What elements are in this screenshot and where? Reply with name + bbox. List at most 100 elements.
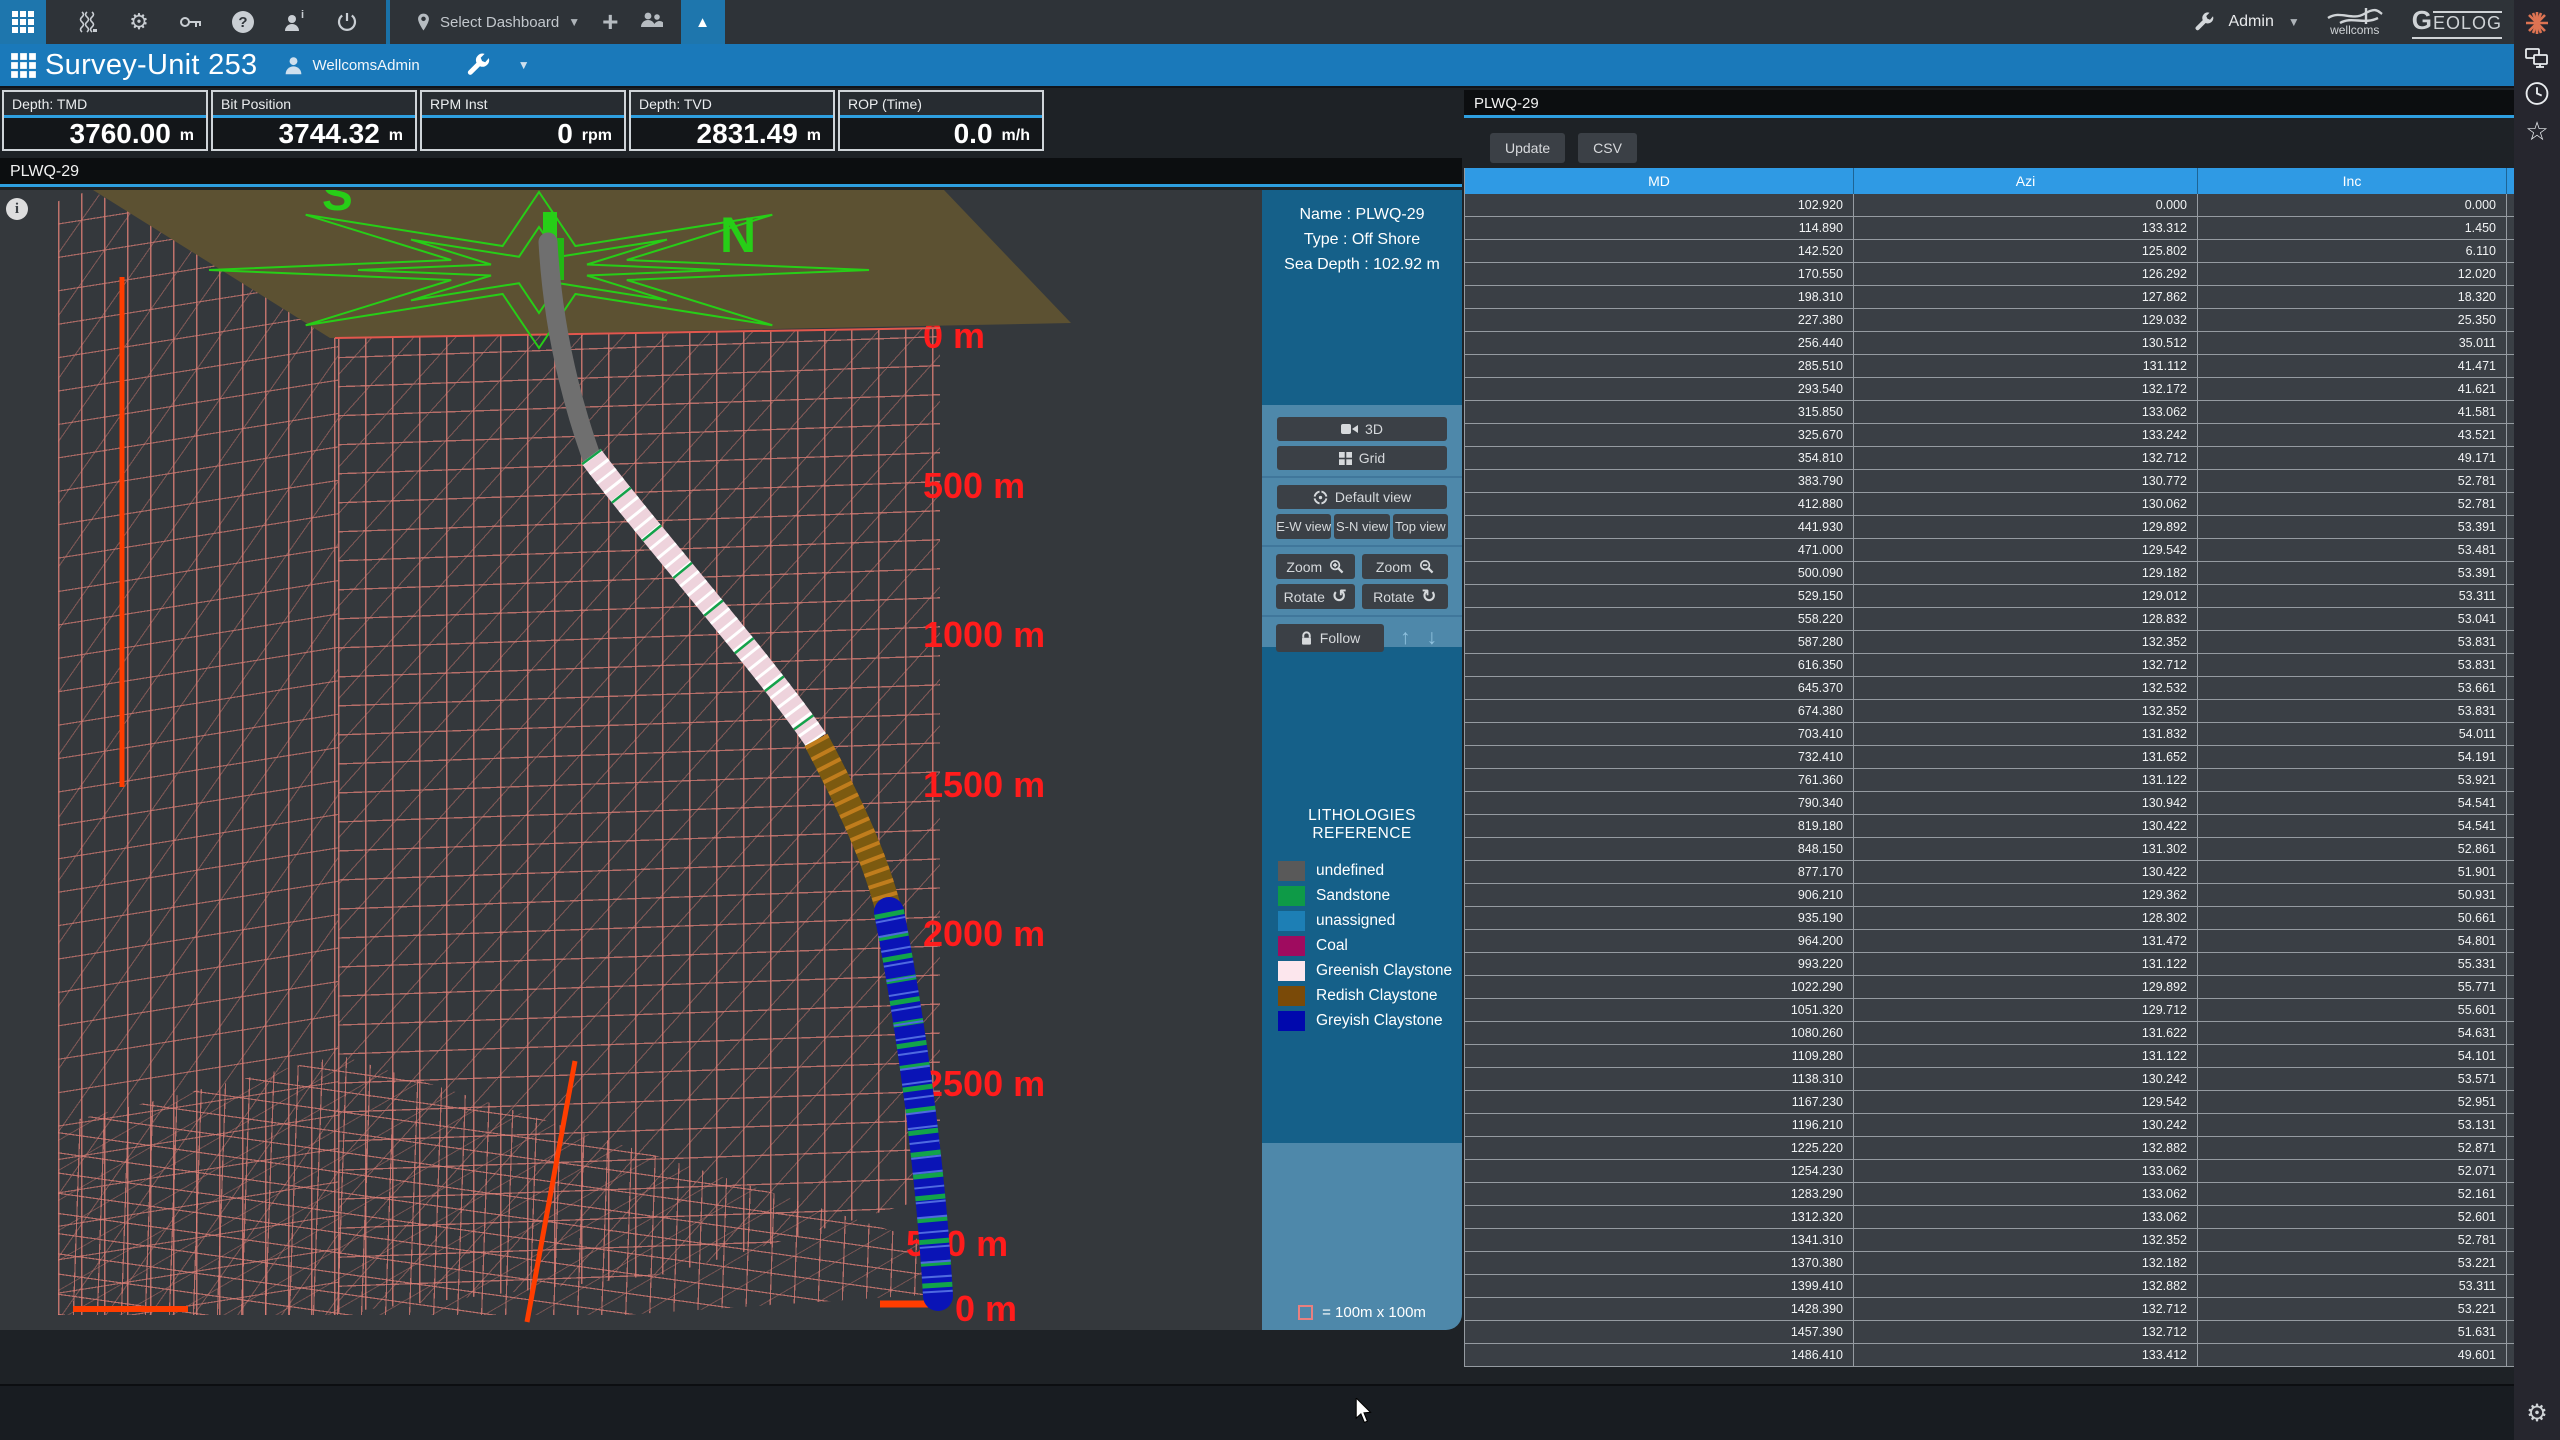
update-button[interactable]: Update — [1490, 133, 1565, 163]
table-row[interactable]: 471.000129.54253.481 — [1465, 539, 2514, 562]
table-row[interactable]: 383.790130.77252.781 — [1465, 470, 2514, 493]
inc-cell: 1.450 — [2198, 217, 2507, 239]
table-row[interactable]: 935.190128.30250.661 — [1465, 907, 2514, 930]
settings-bottom-gear-icon[interactable]: ⚙ — [2526, 1402, 2548, 1426]
table-row[interactable]: 848.150131.30252.861 — [1465, 838, 2514, 861]
table-row[interactable]: 256.440130.51235.011 — [1465, 332, 2514, 355]
table-row[interactable]: 674.380132.35253.831 — [1465, 700, 2514, 723]
table-row[interactable]: 732.410131.65254.191 — [1465, 746, 2514, 769]
table-row[interactable]: 616.350132.71253.831 — [1465, 654, 2514, 677]
table-row[interactable]: 964.200131.47254.801 — [1465, 930, 2514, 953]
table-row[interactable]: 354.810132.71249.171 — [1465, 447, 2514, 470]
inc-cell: 53.391 — [2198, 516, 2507, 538]
table-row[interactable]: 1080.260131.62254.631 — [1465, 1022, 2514, 1045]
help-icon[interactable]: ? — [230, 9, 256, 35]
table-row[interactable]: 1254.230133.06252.071 — [1465, 1160, 2514, 1183]
top-view-button[interactable]: Top view — [1393, 514, 1448, 539]
table-row[interactable]: 993.220131.12255.331 — [1465, 953, 2514, 976]
azi-cell: 132.712 — [1854, 654, 2198, 676]
table-row[interactable]: 441.930129.89253.391 — [1465, 516, 2514, 539]
move-up-button[interactable]: ↑ — [1400, 626, 1411, 650]
table-row[interactable]: 1109.280131.12254.101 — [1465, 1045, 2514, 1068]
table-row[interactable]: 412.880130.06252.781 — [1465, 493, 2514, 516]
table-row[interactable]: 500.090129.18253.391 — [1465, 562, 2514, 585]
rotate-ccw-button[interactable]: Rotate↺ — [1276, 584, 1355, 609]
table-row[interactable]: 877.170130.42251.901 — [1465, 861, 2514, 884]
alert-starburst-icon[interactable] — [2524, 10, 2550, 36]
table-row[interactable]: 703.410131.83254.011 — [1465, 723, 2514, 746]
column-header-azi[interactable]: Azi — [1854, 168, 2198, 194]
dashboard-grid-icon[interactable] — [10, 52, 37, 79]
table-row[interactable]: 1486.410133.41249.601 — [1465, 1344, 2514, 1367]
csv-button[interactable]: CSV — [1578, 133, 1637, 163]
users-icon[interactable] — [639, 9, 665, 36]
current-user[interactable]: WellcomsAdmin — [283, 55, 419, 76]
table-row[interactable]: 285.510131.11241.471 — [1465, 355, 2514, 378]
table-row[interactable]: 1022.290129.89255.771 — [1465, 976, 2514, 999]
sn-view-button[interactable]: S-N view — [1334, 514, 1389, 539]
table-row[interactable]: 1196.210130.24253.131 — [1465, 1114, 2514, 1137]
dashboard-select[interactable]: Select Dashboard ▼ — [416, 12, 580, 32]
table-row[interactable]: 645.370132.53253.661 — [1465, 677, 2514, 700]
table-row[interactable]: 1138.310130.24253.571 — [1465, 1068, 2514, 1091]
tools-wrench-icon[interactable] — [466, 53, 490, 77]
table-row[interactable]: 198.310127.86218.320 — [1465, 286, 2514, 309]
table-row[interactable]: 1370.380132.18253.221 — [1465, 1252, 2514, 1275]
tools-chevron-icon[interactable]: ▼ — [518, 58, 530, 72]
table-row[interactable]: 587.280132.35253.831 — [1465, 631, 2514, 654]
table-row[interactable]: 1428.390132.71253.221 — [1465, 1298, 2514, 1321]
admin-menu[interactable]: Admin — [2228, 13, 2273, 31]
table-row[interactable]: 293.540132.17241.621 — [1465, 378, 2514, 401]
table-row[interactable]: 114.890133.3121.450 — [1465, 217, 2514, 240]
table-row[interactable]: 819.180130.42254.541 — [1465, 815, 2514, 838]
table-row[interactable]: 315.850133.06241.581 — [1465, 401, 2514, 424]
workstations-icon[interactable] — [2524, 46, 2550, 70]
settings-gear-icon[interactable]: ⚙ — [126, 9, 152, 35]
view-3d-button[interactable]: 3D — [1277, 417, 1447, 441]
azi-cell: 130.772 — [1854, 470, 2198, 492]
power-icon[interactable] — [334, 9, 360, 35]
history-clock-icon[interactable] — [2525, 81, 2550, 106]
user-info-icon[interactable]: i — [282, 9, 308, 35]
table-row[interactable]: 1283.290133.06252.161 — [1465, 1183, 2514, 1206]
table-row[interactable]: 1167.230129.54252.951 — [1465, 1091, 2514, 1114]
zoom-out-button[interactable]: Zoom — [1362, 554, 1448, 579]
azi-cell: 132.352 — [1854, 631, 2198, 653]
column-header-inc[interactable]: Inc — [2198, 168, 2507, 194]
logs-icon[interactable] — [74, 9, 100, 35]
key-icon[interactable] — [178, 9, 204, 35]
zoom-in-button[interactable]: Zoom — [1276, 554, 1355, 579]
follow-button[interactable]: Follow — [1276, 624, 1384, 652]
table-row[interactable]: 558.220128.83253.041 — [1465, 608, 2514, 631]
column-header-md[interactable]: MD — [1465, 168, 1854, 194]
table-row[interactable]: 227.380129.03225.350 — [1465, 309, 2514, 332]
table-row[interactable]: 1051.320129.71255.601 — [1465, 999, 2514, 1022]
table-row[interactable]: 142.520125.8026.110 — [1465, 240, 2514, 263]
table-row[interactable]: 325.670133.24243.521 — [1465, 424, 2514, 447]
add-dashboard-button[interactable]: + — [602, 9, 618, 35]
favorites-star-icon[interactable]: ☆ — [2525, 116, 2548, 147]
table-row[interactable]: 102.9200.0000.000 — [1465, 194, 2514, 217]
azi-cell: 129.182 — [1854, 562, 2198, 584]
table-row[interactable]: 906.210129.36250.931 — [1465, 884, 2514, 907]
table-row[interactable]: 529.150129.01253.311 — [1465, 585, 2514, 608]
grid-toggle-button[interactable]: Grid — [1277, 446, 1447, 470]
table-row[interactable]: 790.340130.94254.541 — [1465, 792, 2514, 815]
ew-view-button[interactable]: E-W view — [1276, 514, 1331, 539]
inc-cell: 41.471 — [2198, 355, 2507, 377]
default-view-button[interactable]: Default view — [1277, 485, 1447, 509]
table-row[interactable]: 1225.220132.88252.871 — [1465, 1137, 2514, 1160]
table-row[interactable]: 1312.320133.06252.601 — [1465, 1206, 2514, 1229]
info-icon[interactable]: i — [6, 198, 28, 220]
apps-menu-button[interactable] — [0, 0, 46, 44]
expand-panel-button[interactable]: ▲ — [681, 0, 725, 44]
move-down-button[interactable]: ↓ — [1427, 626, 1438, 650]
table-row[interactable]: 170.550126.29212.020 — [1465, 263, 2514, 286]
table-row[interactable]: 1341.310132.35252.781 — [1465, 1229, 2514, 1252]
well-3d-viewport[interactable]: 0 m500 m1000 m1500 m2000 m2500 m500 m0 m… — [0, 190, 1262, 1330]
azi-cell: 129.542 — [1854, 1091, 2198, 1113]
table-row[interactable]: 761.360131.12253.921 — [1465, 769, 2514, 792]
table-row[interactable]: 1457.390132.71251.631 — [1465, 1321, 2514, 1344]
rotate-cw-button[interactable]: Rotate↻ — [1362, 584, 1448, 609]
table-row[interactable]: 1399.410132.88253.311 — [1465, 1275, 2514, 1298]
